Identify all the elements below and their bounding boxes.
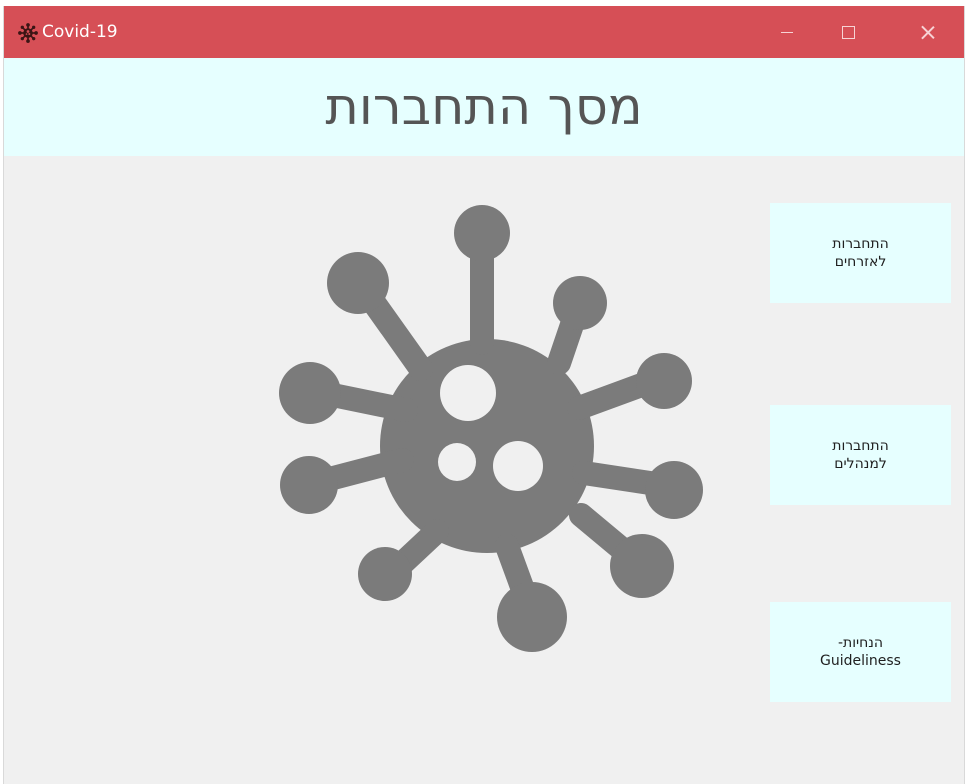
header-band: מסך התחברות — [4, 58, 964, 156]
guidelines-button[interactable]: הנחיות- Guideliness — [770, 602, 951, 702]
title-bar[interactable]: Covid-19 — [4, 6, 964, 58]
citizen-login-button[interactable]: התחברות לאזרחים — [770, 203, 951, 303]
maximize-icon — [841, 25, 855, 39]
login-window: Covid-19 מסך התחברות התחברות לאזרחים התח… — [3, 6, 965, 784]
maximize-button[interactable] — [819, 6, 877, 58]
manager-login-button[interactable]: התחברות למנהלים — [770, 405, 951, 505]
virus-icon — [279, 205, 703, 652]
window-title: Covid-19 — [42, 22, 118, 42]
close-icon — [921, 25, 935, 39]
minimize-icon — [781, 31, 793, 33]
virus-icon — [18, 23, 38, 43]
close-button[interactable] — [899, 6, 957, 58]
minimize-button[interactable] — [758, 6, 816, 58]
page-title: מסך התחברות — [325, 78, 643, 137]
